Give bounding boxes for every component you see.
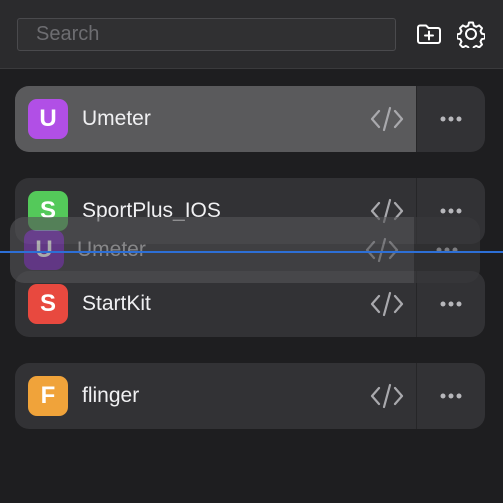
project-open-area[interactable]: F flinger xyxy=(15,363,416,429)
project-name: Umeter xyxy=(82,107,151,130)
ghost-avatar: U xyxy=(24,230,64,270)
toolbar xyxy=(0,0,503,69)
code-icon[interactable] xyxy=(369,289,405,319)
project-avatar: S xyxy=(28,284,68,324)
drop-indicator xyxy=(0,251,503,253)
search-input[interactable] xyxy=(17,18,396,51)
code-icon xyxy=(364,235,400,265)
project-open-area[interactable]: U Umeter xyxy=(15,86,416,152)
ellipsis-icon xyxy=(440,208,462,214)
gear-icon xyxy=(456,21,486,52)
settings-button[interactable] xyxy=(456,20,486,52)
ghost-more-area xyxy=(414,217,480,283)
project-name: StartKit xyxy=(82,292,151,315)
project-avatar: F xyxy=(28,376,68,416)
new-folder-button[interactable] xyxy=(415,20,443,48)
project-row[interactable]: F flinger xyxy=(15,363,485,429)
ellipsis-icon xyxy=(440,301,462,307)
code-icon[interactable] xyxy=(369,381,405,411)
more-options-button[interactable] xyxy=(416,86,485,152)
project-avatar: U xyxy=(28,99,68,139)
ellipsis-icon xyxy=(440,116,462,122)
project-panel: U Umeter S SportPlus_IOS S StartKit xyxy=(0,0,503,503)
code-icon[interactable] xyxy=(369,104,405,134)
project-row[interactable]: U Umeter xyxy=(15,86,485,152)
ellipsis-icon xyxy=(440,393,462,399)
ghost-main-area: U Umeter xyxy=(10,217,414,283)
folder-plus-icon xyxy=(417,24,441,44)
drag-ghost-row[interactable]: U Umeter xyxy=(10,217,480,283)
ghost-project-name: Umeter xyxy=(77,238,146,261)
more-options-button[interactable] xyxy=(416,363,485,429)
project-name: flinger xyxy=(82,384,140,407)
